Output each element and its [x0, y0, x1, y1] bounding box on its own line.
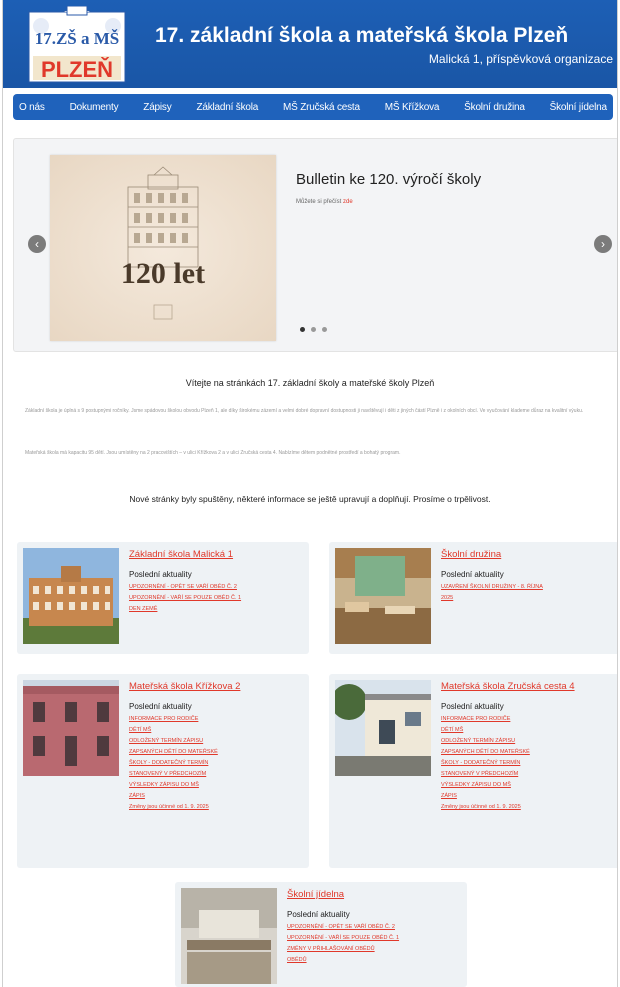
card-image[interactable]: [181, 888, 277, 984]
nav-item-zakladni-skola[interactable]: Základní škola: [196, 102, 258, 113]
card-skolni-jidelna: Školní jídelna Poslední aktuality UPOZOR…: [175, 882, 467, 987]
card-links: INFORMACE PRO RODIČE DĚTÍ MŠ ODLOŽENÝ TE…: [129, 714, 218, 813]
nav-item-skolni-jidelna[interactable]: Školní jídelna: [550, 102, 607, 113]
news-link[interactable]: ODLOŽENÝ TERMÍN ZÁPISU: [129, 736, 218, 747]
logo-top-text: 17.ZŠ a MŠ: [35, 29, 120, 48]
chevron-right-icon: ›: [601, 237, 605, 251]
main-nav: O nás Dokumenty Zápisy Základní škola MŠ…: [13, 94, 613, 120]
chevron-left-icon: ‹: [35, 237, 39, 251]
news-link[interactable]: OBĚDŮ: [287, 955, 399, 966]
card-title[interactable]: Mateřská škola Zručská cesta 4: [441, 681, 575, 692]
welcome-paragraph-2: Mateřská škola má kapacitu 95 dětí. Jsou…: [25, 450, 401, 456]
news-link[interactable]: 2025: [441, 593, 543, 604]
news-link[interactable]: DEN ZEMĚ: [129, 604, 241, 615]
card-links: UPOZORNĚNÍ - OPĚT SE VAŘÍ OBĚD Č. 2 UPOZ…: [129, 582, 241, 615]
card-ms-krizkova: Mateřská škola Křížkova 2 Poslední aktua…: [17, 674, 309, 868]
card-image[interactable]: [331, 680, 431, 776]
slide-title[interactable]: Bulletin ke 120. výročí školy: [296, 171, 481, 188]
news-link[interactable]: UZAVŘENÍ ŠKOLNÍ DRUŽINY - 8. ŘÍJNA: [441, 582, 543, 593]
slider-dots: [300, 327, 327, 332]
card-image[interactable]: [335, 548, 431, 644]
slide-image[interactable]: 120 let: [50, 155, 276, 341]
welcome-title: Vítejte na stránkách 17. základní školy …: [185, 378, 435, 388]
news-link[interactable]: STANOVENÝ V PŘEDCHOZÍM: [441, 769, 530, 780]
slide-more-prefix: Můžete si přečíst: [296, 199, 344, 205]
news-link[interactable]: STANOVENÝ V PŘEDCHOZÍM: [129, 769, 218, 780]
nav-item-skolni-druzina[interactable]: Školní družina: [464, 102, 525, 113]
news-link[interactable]: INFORMACE PRO RODIČE: [129, 714, 218, 725]
card-title[interactable]: Mateřská škola Křížkova 2: [129, 681, 240, 692]
news-slider: 120 let Bulletin ke 120. výročí školy Mů…: [13, 138, 617, 352]
card-zakladni-skola: Základní škola Malická 1 Poslední aktual…: [17, 542, 309, 654]
welcome-note: Nové stránky byly spuštěny, některé info…: [129, 494, 491, 504]
card-subtitle: Poslední aktuality: [287, 910, 350, 919]
news-link[interactable]: ODLOŽENÝ TERMÍN ZÁPISU: [441, 736, 530, 747]
card-links: UZAVŘENÍ ŠKOLNÍ DRUŽINY - 8. ŘÍJNA 2025: [441, 582, 543, 604]
card-image[interactable]: [23, 548, 119, 644]
news-link[interactable]: INFORMACE PRO RODIČE: [441, 714, 530, 725]
slider-next-button[interactable]: ›: [594, 235, 612, 253]
card-subtitle: Poslední aktuality: [441, 570, 504, 579]
news-link[interactable]: VÝSLEDKY ZÁPISU DO MŠ: [129, 780, 218, 791]
school-logo[interactable]: 17.ZŠ a MŠ PLZEŇ: [27, 5, 127, 86]
card-ms-zrucska-cesta: Mateřská škola Zručská cesta 4 Poslední …: [329, 674, 617, 868]
nav-item-dokumenty[interactable]: Dokumenty: [70, 102, 119, 113]
slider-prev-button[interactable]: ‹: [28, 235, 46, 253]
card-subtitle: Poslední aktuality: [441, 702, 504, 711]
page: 17.ZŠ a MŠ PLZEŇ 17. základní škola a ma…: [2, 0, 618, 987]
news-link[interactable]: UPOZORNĚNÍ - VAŘÍ SE POUZE OBĚD Č. 1: [129, 593, 241, 604]
card-image[interactable]: [23, 680, 119, 776]
card-skolni-druzina: Školní družina Poslední aktuality UZAVŘE…: [329, 542, 617, 654]
slider-dot[interactable]: [322, 327, 327, 332]
site-subtitle: Malická 1, příspěvková organizace: [428, 52, 613, 66]
card-subtitle: Poslední aktuality: [129, 570, 192, 579]
card-title[interactable]: Školní družina: [441, 549, 501, 560]
news-link-footer[interactable]: Změny jsou účinné od 1. 9. 2025: [441, 802, 530, 813]
slide-more-text: Můžete si přečíst zde: [296, 199, 353, 205]
site-title[interactable]: 17. základní škola a mateřská škola Plze…: [155, 24, 568, 48]
slider-dot[interactable]: [300, 327, 305, 332]
card-links: UPOZORNĚNÍ - OPĚT SE VAŘÍ OBĚD Č. 2 UPOZ…: [287, 922, 399, 966]
news-link[interactable]: ZAPSANÝCH DĚTÍ DO MATEŘSKÉ: [441, 747, 530, 758]
card-title[interactable]: Základní škola Malická 1: [129, 549, 233, 560]
news-link[interactable]: UPOZORNĚNÍ - OPĚT SE VAŘÍ OBĚD Č. 2: [287, 922, 399, 933]
slide-more-link[interactable]: zde: [343, 199, 353, 205]
news-link[interactable]: VÝSLEDKY ZÁPISU DO MŠ: [441, 780, 530, 791]
card-links: INFORMACE PRO RODIČE DĚTÍ MŠ ODLOŽENÝ TE…: [441, 714, 530, 813]
news-link[interactable]: ŠKOLY - DODATEČNÝ TERMÍN: [441, 758, 530, 769]
news-link-footer[interactable]: Změny jsou účinné od 1. 9. 2025: [129, 802, 218, 813]
news-link[interactable]: DĚTÍ MŠ: [441, 725, 530, 736]
nav-item-o-nas[interactable]: O nás: [19, 102, 45, 113]
news-link[interactable]: UPOZORNĚNÍ - OPĚT SE VAŘÍ OBĚD Č. 2: [129, 582, 241, 593]
news-link[interactable]: UPOZORNĚNÍ - VAŘÍ SE POUZE OBĚD Č. 1: [287, 933, 399, 944]
nav-item-zapisy[interactable]: Zápisy: [143, 102, 171, 113]
news-link[interactable]: ZMĚNY V PŘIHLAŠOVÁNÍ OBĚDŮ: [287, 944, 399, 955]
slider-dot[interactable]: [311, 327, 316, 332]
news-link[interactable]: ZÁPIS: [129, 791, 218, 802]
logo-bottom-text: PLZEŇ: [41, 57, 113, 82]
card-subtitle: Poslední aktuality: [129, 702, 192, 711]
news-link[interactable]: DĚTÍ MŠ: [129, 725, 218, 736]
news-link[interactable]: ZÁPIS: [441, 791, 530, 802]
slide-image-text: 120 let: [121, 257, 205, 290]
news-link[interactable]: ŠKOLY - DODATEČNÝ TERMÍN: [129, 758, 218, 769]
welcome-paragraph-1: Základní škola je úplná s 9 postupnými r…: [25, 408, 584, 414]
site-header: 17.ZŠ a MŠ PLZEŇ 17. základní škola a ma…: [3, 0, 617, 88]
news-link[interactable]: ZAPSANÝCH DĚTÍ DO MATEŘSKÉ: [129, 747, 218, 758]
nav-item-ms-zrucska-cesta[interactable]: MŠ Zručská cesta: [283, 102, 360, 113]
nav-item-ms-krizkova[interactable]: MŠ Křížkova: [385, 102, 440, 113]
card-title[interactable]: Školní jídelna: [287, 889, 344, 900]
